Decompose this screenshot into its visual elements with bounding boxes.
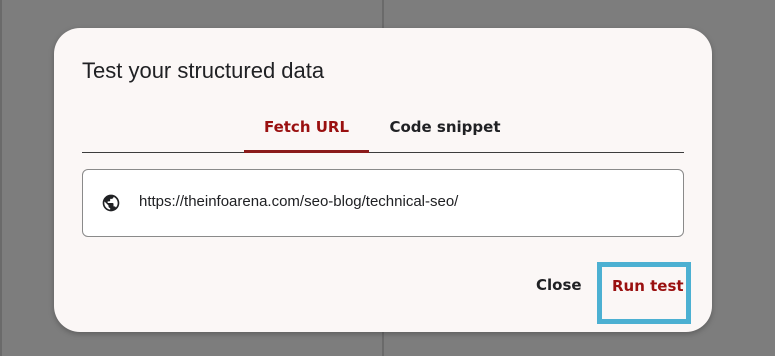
tab-code-snippet[interactable]: Code snippet xyxy=(382,118,508,152)
tab-label: Code snippet xyxy=(389,118,501,136)
test-structured-data-dialog: Test your structured data Fetch URL Code… xyxy=(54,28,712,332)
url-value: https://theinfoarena.com/seo-blog/techni… xyxy=(139,193,459,210)
run-test-button[interactable]: Run test xyxy=(612,277,684,295)
tab-fetch-url[interactable]: Fetch URL xyxy=(244,118,369,153)
url-input[interactable]: https://theinfoarena.com/seo-blog/techni… xyxy=(82,169,684,237)
active-tab-indicator xyxy=(244,150,369,153)
globe-icon xyxy=(101,193,121,213)
tab-label: Fetch URL xyxy=(263,118,350,136)
tab-bar: Fetch URL Code snippet xyxy=(82,112,684,153)
dialog-title: Test your structured data xyxy=(82,58,325,83)
run-test-highlight: Run test xyxy=(597,262,691,324)
background-divider xyxy=(0,0,2,356)
close-button[interactable]: Close xyxy=(536,276,582,294)
